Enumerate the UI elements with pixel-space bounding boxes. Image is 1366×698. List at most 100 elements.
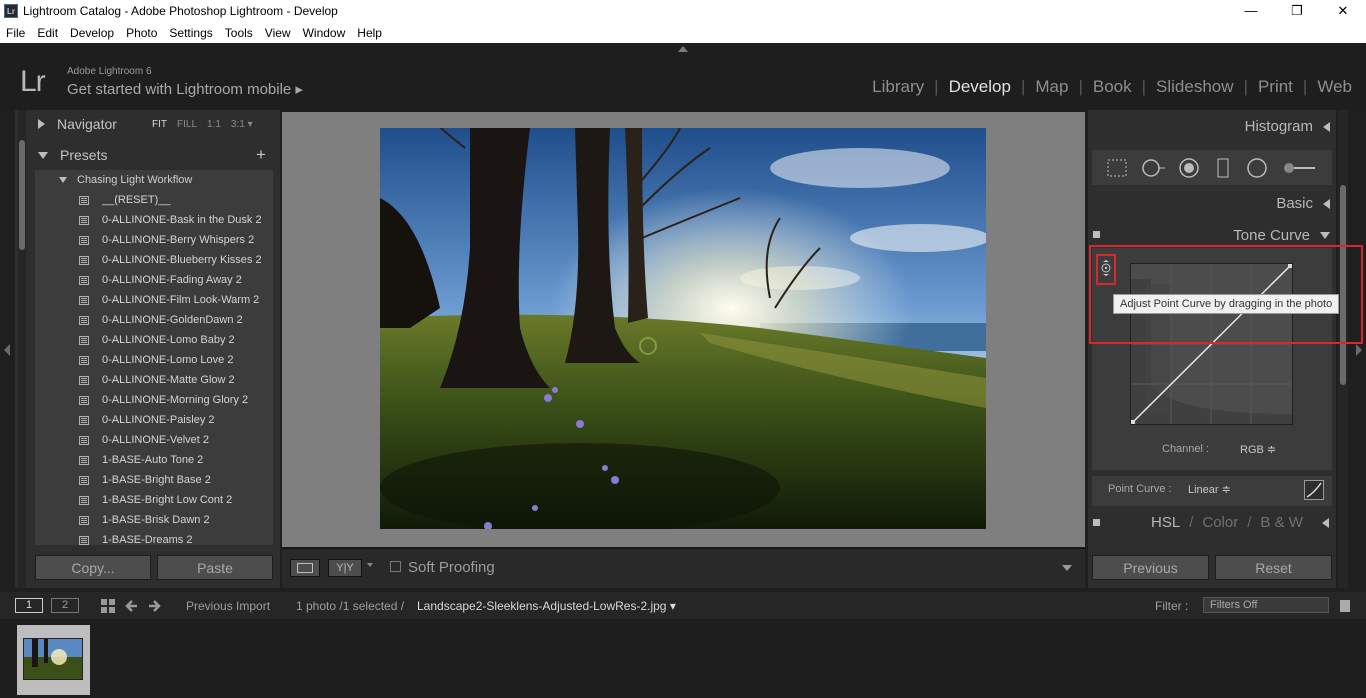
radial-filter-icon[interactable] <box>1245 157 1269 179</box>
right-scrollbar[interactable] <box>1338 110 1348 588</box>
preset-item[interactable]: 0-ALLINONE-Lomo Love 2 <box>35 350 273 370</box>
presets-list: Chasing Light Workflow __(RESET)__ 0-ALL… <box>35 170 273 545</box>
menu-file[interactable]: File <box>0 26 31 40</box>
preset-label: __(RESET)__ <box>102 194 171 206</box>
toolbar-menu-icon[interactable] <box>1062 565 1072 571</box>
graduated-filter-icon[interactable] <box>1211 157 1235 179</box>
soft-proofing-checkbox[interactable] <box>390 561 401 572</box>
module-web[interactable]: Web <box>1307 77 1362 97</box>
filter-lock-icon[interactable] <box>1340 600 1350 612</box>
edit-point-curve-icon[interactable] <box>1304 480 1324 500</box>
right-panel-toggle-icon[interactable] <box>1356 344 1362 356</box>
preset-item[interactable]: 0-ALLINONE-Matte Glow 2 <box>35 370 273 390</box>
point-curve-select[interactable]: Linear ≑ <box>1188 483 1231 496</box>
menu-settings[interactable]: Settings <box>163 26 218 40</box>
preset-item[interactable]: 0-ALLINONE-Berry Whispers 2 <box>35 230 273 250</box>
preset-icon <box>79 355 89 365</box>
preset-item[interactable]: 1-BASE-Auto Tone 2 <box>35 450 273 470</box>
preset-item[interactable]: 0-ALLINONE-Morning Glory 2 <box>35 390 273 410</box>
module-print[interactable]: Print <box>1248 77 1303 97</box>
preset-item[interactable]: 0-ALLINONE-GoldenDawn 2 <box>35 310 273 330</box>
preset-item[interactable]: 0-ALLINONE-Velvet 2 <box>35 430 273 450</box>
basic-header[interactable]: Basic <box>1276 195 1330 212</box>
adjustment-brush-icon[interactable] <box>1279 157 1319 179</box>
point-curve-label: Point Curve : <box>1108 483 1172 495</box>
preset-item[interactable]: 0-ALLINONE-Blueberry Kisses 2 <box>35 250 273 270</box>
preset-folder[interactable]: Chasing Light Workflow <box>35 170 273 190</box>
reset-button[interactable]: Reset <box>1215 555 1332 580</box>
maximize-button[interactable]: ❐ <box>1274 0 1320 22</box>
menu-photo[interactable]: Photo <box>120 26 163 40</box>
zoom-3-1[interactable]: 3:1 ▾ <box>231 119 253 130</box>
tab-hsl[interactable]: HSL <box>1151 514 1180 531</box>
tone-curve-header[interactable]: Tone Curve <box>1233 227 1330 244</box>
grid-view-icon[interactable] <box>100 598 116 617</box>
preset-icon <box>79 255 89 265</box>
module-book[interactable]: Book <box>1083 77 1142 97</box>
copy-button[interactable]: Copy... <box>35 555 151 580</box>
mobile-link[interactable]: Get started with Lightroom mobile ▸ <box>67 80 303 98</box>
loupe-view-button[interactable] <box>290 559 320 577</box>
preset-item[interactable]: 1-BASE-Bright Base 2 <box>35 470 273 490</box>
preset-icon <box>79 515 89 525</box>
tab-bw[interactable]: B & W <box>1260 514 1303 531</box>
left-panel-toggle-icon[interactable] <box>4 344 10 356</box>
hsl-toggle-icon[interactable] <box>1093 519 1100 526</box>
before-after-dropdown-icon[interactable] <box>367 563 373 567</box>
preset-item[interactable]: 1-BASE-Dreams 2 <box>35 530 273 545</box>
menu-develop[interactable]: Develop <box>64 26 120 40</box>
previous-button[interactable]: Previous <box>1092 555 1209 580</box>
tone-curve-toggle-icon[interactable] <box>1093 231 1100 238</box>
add-preset-icon[interactable]: + <box>256 145 266 165</box>
back-arrow-icon[interactable] <box>124 599 138 616</box>
menu-view[interactable]: View <box>259 26 297 40</box>
preset-item[interactable]: 0-ALLINONE-Film Look-Warm 2 <box>35 290 273 310</box>
soft-proofing-label: Soft Proofing <box>408 559 495 576</box>
menu-edit[interactable]: Edit <box>31 26 64 40</box>
filename-menu[interactable]: Landscape2-Sleeklens-Adjusted-LowRes-2.j… <box>417 599 676 613</box>
tab-color[interactable]: Color <box>1202 514 1238 531</box>
left-scroll-thumb[interactable] <box>19 140 25 250</box>
preset-item[interactable]: __(RESET)__ <box>35 190 273 210</box>
preset-item[interactable]: 0-ALLINONE-Fading Away 2 <box>35 270 273 290</box>
filter-select[interactable]: Filters Off <box>1203 597 1329 613</box>
preset-item[interactable]: 0-ALLINONE-Paisley 2 <box>35 410 273 430</box>
zoom-fit[interactable]: FIT <box>152 119 167 130</box>
menu-help[interactable]: Help <box>351 26 388 40</box>
minimize-button[interactable]: — <box>1228 0 1274 22</box>
menu-window[interactable]: Window <box>297 26 352 40</box>
navigator-header[interactable]: Navigator <box>38 112 117 136</box>
red-eye-tool-icon[interactable] <box>1177 157 1201 179</box>
preset-item[interactable]: 1-BASE-Brisk Dawn 2 <box>35 510 273 530</box>
identity-plate: Lr Adobe Lightroom 6 Get started with Li… <box>0 43 1366 110</box>
spot-removal-tool-icon[interactable] <box>1139 157 1167 179</box>
top-panel-toggle-icon[interactable] <box>678 46 688 52</box>
module-map[interactable]: Map <box>1025 77 1078 97</box>
forward-arrow-icon[interactable] <box>148 599 162 616</box>
left-scrollbar[interactable] <box>18 110 26 588</box>
histogram-header[interactable]: Histogram <box>1245 118 1330 135</box>
module-library[interactable]: Library <box>862 77 934 97</box>
preset-item[interactable]: 1-BASE-Bright Low Cont 2 <box>35 490 273 510</box>
source-label[interactable]: Previous Import <box>186 599 270 613</box>
tab-separator: / <box>1247 514 1252 531</box>
module-slideshow[interactable]: Slideshow <box>1146 77 1244 97</box>
presets-header[interactable]: Presets <box>38 143 107 167</box>
primary-window-button[interactable]: 1 <box>15 598 43 613</box>
menu-tools[interactable]: Tools <box>219 26 259 40</box>
zoom-1-1[interactable]: 1:1 <box>207 119 221 130</box>
close-button[interactable]: ✕ <box>1320 0 1366 22</box>
module-develop[interactable]: Develop <box>939 77 1021 97</box>
before-after-button[interactable]: Y|Y <box>328 559 362 577</box>
preset-item[interactable]: 0-ALLINONE-Bask in the Dusk 2 <box>35 210 273 230</box>
zoom-fill[interactable]: FILL <box>177 119 197 130</box>
landscape-photo[interactable] <box>380 128 986 529</box>
crop-tool-icon[interactable] <box>1105 157 1129 179</box>
secondary-window-button[interactable]: 2 <box>51 598 79 613</box>
paste-button[interactable]: Paste <box>157 555 273 580</box>
filmstrip-thumbnail[interactable] <box>17 625 90 695</box>
preset-label: 0-ALLINONE-Blueberry Kisses 2 <box>102 254 262 266</box>
preset-label: 0-ALLINONE-GoldenDawn 2 <box>102 314 243 326</box>
preset-item[interactable]: 0-ALLINONE-Lomo Baby 2 <box>35 330 273 350</box>
channel-select[interactable]: RGB ≑ <box>1240 443 1276 456</box>
